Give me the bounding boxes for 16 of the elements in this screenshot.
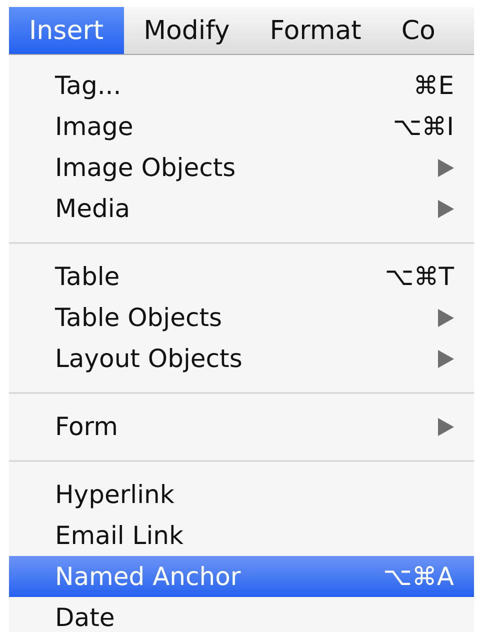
- menu-item[interactable]: Tag... ⌘E: [9, 65, 474, 106]
- menu-item[interactable]: Image ⌥⌘I: [9, 106, 474, 147]
- menu-item[interactable]: Date: [9, 597, 474, 632]
- menu-item[interactable]: Hyperlink: [9, 474, 474, 515]
- menu-item[interactable]: Email Link: [9, 515, 474, 556]
- menu-bar-item[interactable]: Format: [250, 7, 382, 54]
- menu-item[interactable]: Named Anchor ⌥⌘A: [9, 556, 474, 597]
- menu-bar-item[interactable]: Co: [381, 7, 456, 54]
- menu-item[interactable]: Media: [9, 188, 474, 229]
- menu-item[interactable]: Table ⌥⌘T: [9, 256, 474, 297]
- menu-bar-item[interactable]: Insert: [9, 7, 124, 54]
- menu-item[interactable]: Image Objects: [9, 147, 474, 188]
- menu-bar-item[interactable]: Modify: [124, 7, 250, 54]
- menu-item[interactable]: Layout Objects: [9, 338, 474, 379]
- menu-item[interactable]: Table Objects: [9, 297, 474, 338]
- menu-item[interactable]: Form: [9, 406, 474, 447]
